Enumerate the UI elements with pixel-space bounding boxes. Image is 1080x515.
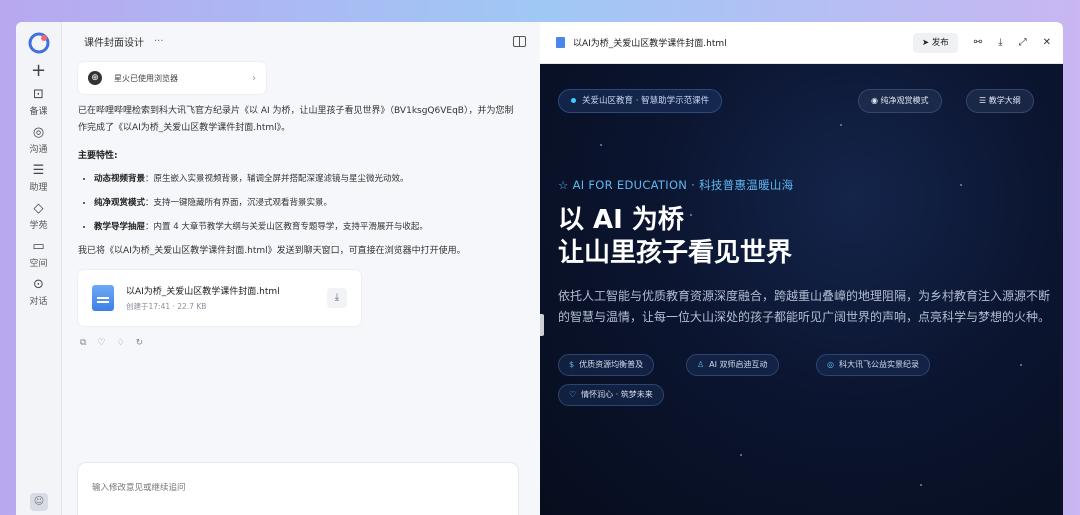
outline-label: 教学大纲 [988, 96, 1021, 105]
globe-icon: ⊕ [88, 71, 102, 85]
chat-title[interactable]: 课件封面设计 [84, 34, 144, 49]
feature-text: ：原生嵌入实景视频背景，辅调全屏并搭配深邃滤镜与星尘微光动效。 [145, 174, 409, 184]
drawer-handle[interactable] [540, 314, 544, 336]
file-name: 以AI为桥_关爱山区教学课件封面.html [126, 287, 280, 297]
chat-messages: ⊕ 星火已使用浏览器 › 已在哔哩哔哩检索到科大讯飞官方纪录片《以 AI 为桥，… [78, 62, 522, 348]
course-badge: 关爱山区教育 · 智慧助学示范课件 [558, 89, 723, 113]
chat-header: 课件封面设计 ··· [62, 22, 540, 60]
tag-label: AI 双师启迪互动 [709, 360, 768, 369]
list-item: 动态视频背景：原生嵌入实景视频背景，辅调全屏并搭配深邃滤镜与星尘微光动效。 [94, 171, 522, 187]
assistant-closing: 我已将《以AI为桥_关爱山区教学课件封面.html》发送到聊天窗口，可直接在浏览… [78, 246, 466, 256]
feature-text: ：内置 4 大章节教学大纲与关爱山区教育专题导学，支持平滑展开与收起。 [145, 222, 428, 232]
feature-name: 教学导学抽屉 [94, 222, 146, 232]
chat-panel: 课件封面设计 ··· ⊕ 星火已使用浏览器 › 已在哔哩哔哩检索到科大讯飞官方纪… [62, 22, 573, 515]
copy-icon[interactable]: ⧉ [80, 338, 86, 348]
publish-button[interactable]: ➤ 发布 [912, 32, 958, 53]
pure-mode-label: 纯净观赏模式 [880, 96, 929, 105]
user-avatar[interactable]: ☺ [30, 493, 48, 511]
eye-icon: ◉ [871, 96, 881, 105]
download-icon[interactable]: ⤓ [327, 288, 347, 308]
close-icon[interactable]: ✕ [1043, 37, 1051, 48]
rail-label: 备课 [29, 107, 48, 117]
features-heading: 主要特性: [78, 151, 118, 161]
assistant-intro: 已在哔哩哔哩检索到科大讯飞官方纪录片《以 AI 为桥，让山里孩子看见世界》（BV… [78, 106, 514, 133]
feature-name: 动态视频背景 [94, 174, 146, 184]
cover-description: 依托人工智能与优质教育资源深度融合，跨越重山叠嶂的地理阻隔，为乡村教育注入源源不… [558, 289, 1051, 324]
feature-list: 动态视频背景：原生嵌入实景视频背景，辅调全屏并搭配深邃滤镜与星尘微光动效。 纯净… [78, 171, 522, 235]
file-attachment[interactable]: 以AI为桥_关爱山区教学课件封面.html 创建于17:41 · 22.7 KB… [78, 270, 361, 326]
split-view-icon[interactable] [513, 35, 526, 47]
rail-item-assistant[interactable]: ☰ 助理 [29, 163, 48, 194]
tag-label: 情怀润心 · 筑梦未来 [581, 390, 653, 399]
feature-name: 纯净观赏模式 [94, 198, 146, 208]
feature-tag: ♡ 情怀润心 · 筑梦未来 [558, 384, 664, 406]
rail-label: 助理 [29, 183, 48, 193]
message-actions: ⧉ ♡ ♢ ↻ [78, 338, 522, 348]
status-dot [571, 98, 576, 103]
cover-headline: 以 AI 为桥 让山里孩子看见世界 [558, 204, 792, 270]
chat-bubbles-icon: ◎ [32, 125, 45, 140]
menu-lines-icon: ☰ [32, 163, 45, 178]
feature-text: ：支持一键隐藏所有界面，沉浸式观看背景实景。 [145, 198, 333, 208]
outline-button[interactable]: ☰ 教学大纲 [966, 89, 1034, 113]
feature-tag: $ 优质资源均衡普及 [558, 354, 655, 376]
regenerate-icon[interactable]: ↻ [136, 338, 144, 348]
app-window: + ⊡ 备课 ◎ 沟通 ☰ 助理 ◇ 学苑 ▭ 空间 ⊙ 对话 ☺ 课件封面设计 [16, 22, 1063, 515]
headline-line-2: 让山里孩子看见世界 [558, 238, 793, 268]
publish-label: 发布 [931, 37, 949, 48]
rail-item-communicate[interactable]: ◎ 沟通 [29, 125, 48, 156]
chat-input-box[interactable] [78, 463, 518, 515]
nav-rail: + ⊡ 备课 ◎ 沟通 ☰ 助理 ◇ 学苑 ▭ 空间 ⊙ 对话 ☺ [16, 22, 62, 515]
thumbs-down-icon[interactable]: ♢ [117, 338, 125, 348]
badge-label: 关爱山区教育 · 智慧助学示范课件 [582, 96, 710, 106]
list-item: 纯净观赏模式：支持一键隐藏所有界面，沉浸式观看背景实景。 [94, 195, 522, 211]
rail-label: 学苑 [29, 221, 48, 231]
preview-header: 以AI为桥_关爱山区教学课件封面.html ➤ 发布 ⚯ ⤓ ⤢ ✕ [540, 22, 1063, 64]
new-chat-button[interactable]: + [31, 62, 46, 80]
send-icon: ➤ [921, 37, 932, 48]
thumbs-up-icon[interactable]: ♡ [97, 338, 105, 348]
expand-icon[interactable]: ⤢ [1019, 37, 1027, 48]
list-icon: ☰ [979, 96, 989, 105]
tool-use-card[interactable]: ⊕ 星火已使用浏览器 › [78, 62, 266, 94]
feature-tag: ♙ AI 双师启迪互动 [686, 354, 779, 376]
feature-tag: ◎ 科大讯飞公益实景纪录 [816, 354, 930, 376]
pure-mode-button[interactable]: ◉ 纯净观赏模式 [858, 89, 942, 113]
document-icon [556, 37, 565, 48]
calendar-icon: ⊡ [33, 87, 44, 102]
file-info: 创建于17:41 · 22.7 KB [126, 302, 207, 311]
rail-item-prepare[interactable]: ⊡ 备课 [29, 87, 48, 118]
rail-label: 空间 [29, 259, 48, 269]
cover-eyebrow: ☆ AI FOR EDUCATION · 科技普惠温暖山海 [558, 178, 794, 192]
link-icon[interactable]: ⚯ [974, 37, 982, 48]
rail-label: 沟通 [29, 145, 48, 155]
preview-filename: 以AI为桥_关爱山区教学课件封面.html [573, 39, 727, 49]
heart-icon: ♡ [569, 390, 577, 399]
tag-label: 优质资源均衡普及 [579, 360, 644, 369]
folder-icon: ▭ [32, 239, 45, 254]
cover-stage: 关爱山区教育 · 智慧助学示范课件 ◉ 纯净观赏模式 ☰ 教学大纲 ☆ AI F… [540, 64, 1063, 515]
more-icon[interactable]: ··· [154, 36, 164, 47]
rail-item-space[interactable]: ▭ 空间 [29, 239, 48, 270]
rail-item-academy[interactable]: ◇ 学苑 [29, 201, 48, 232]
file-meta: 以AI为桥_关爱山区教学课件封面.html 创建于17:41 · 22.7 KB [126, 284, 280, 312]
people-icon: ♙ [697, 360, 705, 369]
tag-label: 科大讯飞公益实景纪录 [838, 360, 919, 369]
chat-input[interactable] [92, 483, 504, 493]
headline-line-1: 以 AI 为桥 [558, 205, 684, 235]
target-icon: ◎ [827, 360, 834, 369]
tool-use-label: 星火已使用浏览器 [114, 73, 178, 83]
html-file-icon [92, 285, 114, 311]
rail-item-dialog[interactable]: ⊙ 对话 [29, 277, 48, 308]
app-logo[interactable] [28, 32, 50, 54]
diamond-icon: ◇ [33, 201, 44, 216]
preview-panel: 以AI为桥_关爱山区教学课件封面.html ➤ 发布 ⚯ ⤓ ⤢ ✕ 关爱山区教… [540, 22, 1063, 515]
download-icon[interactable]: ⤓ [998, 37, 1002, 48]
dollar-icon: $ [569, 360, 575, 369]
list-item: 教学导学抽屉：内置 4 大章节教学大纲与关爱山区教育专题导学，支持平滑展开与收起… [94, 219, 522, 235]
rail-label: 对话 [29, 297, 48, 307]
chevron-right-icon: › [252, 72, 256, 84]
dialog-icon: ⊙ [33, 277, 44, 292]
